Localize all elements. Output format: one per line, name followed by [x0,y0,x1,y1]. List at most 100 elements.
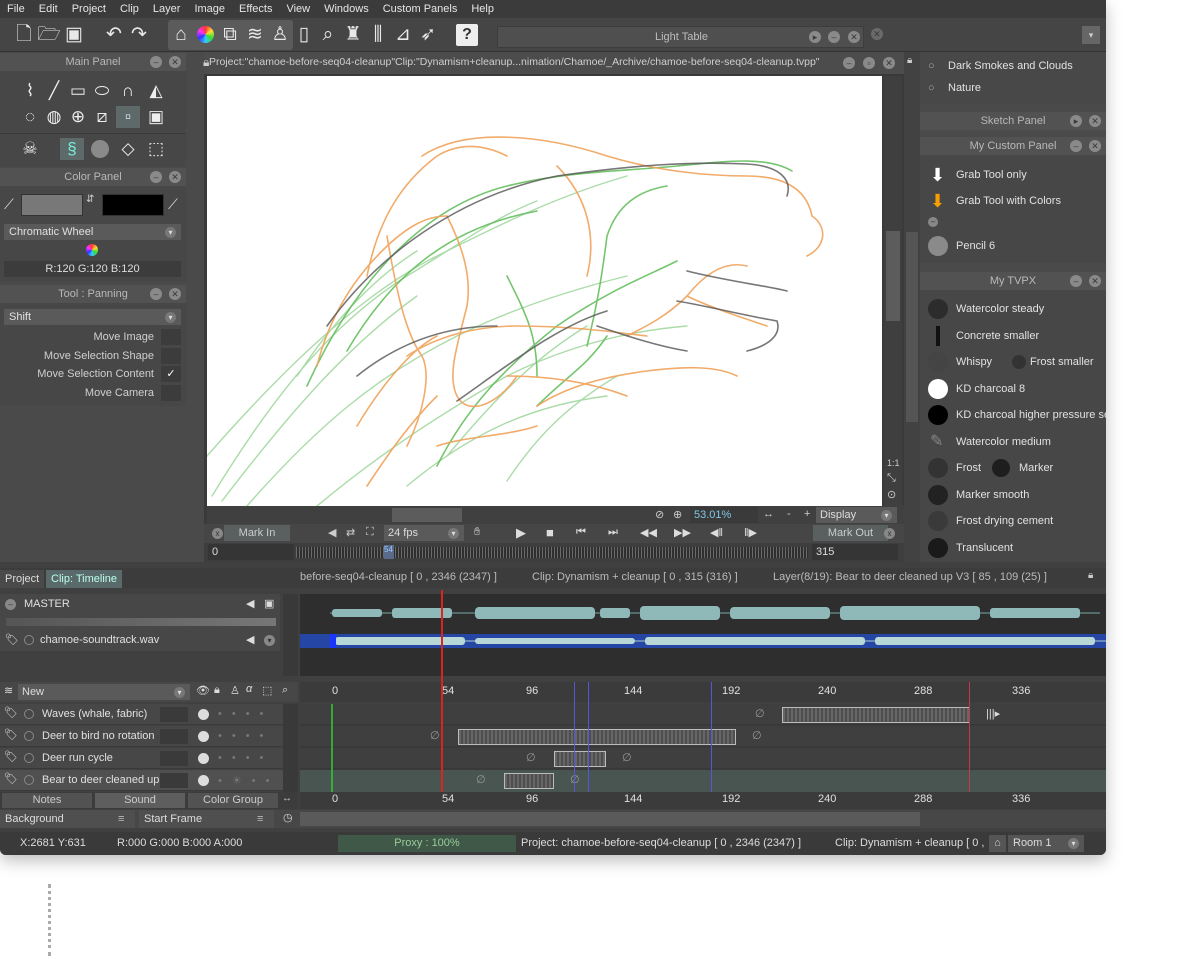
next-frame-icon[interactable]: ‖▶ [744,526,757,539]
freehand-line-icon[interactable]: ⌇ [18,80,42,102]
brush-kd-charcoal-8[interactable]: KD charcoal 8 [920,376,1106,402]
grab-tool-only-button[interactable]: ⬇ Grab Tool only [920,162,1106,188]
magic-hat-icon[interactable]: ♜ [341,22,365,48]
master-collapse-icon[interactable]: – [5,599,16,610]
layer-opacity-field[interactable] [160,707,188,722]
vertical-scroll-thumb[interactable] [886,231,900,321]
frame-scrubber[interactable] [296,547,808,558]
sound-tab[interactable]: Sound [95,793,185,808]
brush-watercolor-medium[interactable]: ✎ Watercolor medium [920,429,1106,455]
tvpx-panel-close-icon[interactable]: ✕ [1089,275,1101,287]
layers-3d-icon[interactable]: ⧉ [218,22,242,48]
menu-layer[interactable]: Layer [146,3,188,15]
light-table-minimize-icon[interactable]: – [828,31,840,43]
clip-instance-waves[interactable] [782,707,970,723]
help-icon[interactable]: ? [456,24,478,46]
lock-icon[interactable]: 🔒︎ [214,684,220,697]
reset-view-icon[interactable]: ⊙ [887,488,896,501]
tab-clip-timeline[interactable]: Clip: Timeline [46,570,123,588]
end-frame-field[interactable]: 315 [812,544,898,560]
clip-instance-bear-to-deer[interactable] [504,773,554,789]
right-lock-icon[interactable]: 🔒︎ [907,55,912,66]
right-splitter[interactable]: 🔒︎ [904,52,920,562]
skull-icon[interactable]: ☠ [18,138,42,160]
warp-icon[interactable]: ⊕ [66,106,90,128]
lasso-select-icon[interactable]: ◌ [18,106,42,128]
camera-icon[interactable]: ▣ [144,106,168,128]
brush-translucent[interactable]: Translucent [920,535,1106,561]
clip-instance-deer-to-bird[interactable] [458,729,736,745]
tvpx-panel-minimize-icon[interactable]: – [1070,275,1082,287]
loop-icon[interactable]: ⇄ [346,526,355,539]
custom-panel-minimize-icon[interactable]: – [1070,140,1082,152]
eraser-icon[interactable]: ◭ [144,80,168,102]
menu-custom-panels[interactable]: Custom Panels [376,3,465,15]
layer-row-deer-run[interactable]: 🏷︎ Deer run cycle •••• [0,748,298,769]
start-frame-select[interactable]: Start Frame ≡ [139,810,274,828]
layer-row-waves[interactable]: 🏷︎ Waves (whale, fabric) •••• [0,704,298,725]
extra-close-icon[interactable]: ✕ [871,28,883,40]
clock-icon[interactable]: ◷ [283,811,293,824]
layers-stack-icon[interactable]: ≋ [243,22,267,48]
layer-visible-icon[interactable] [198,775,209,786]
tool-panel-close-icon[interactable]: ✕ [169,288,181,300]
zoom-reset-icon[interactable]: ↔ [763,508,774,520]
color-wheel-icon[interactable] [193,22,217,48]
navigator-icon[interactable]: ⊘ [655,508,664,521]
brush-label-2[interactable]: Marker [1019,455,1053,481]
resize-icon[interactable]: ⤡ [887,472,896,485]
sound-volume-icon[interactable]: ◀︎ [246,633,254,646]
canvas-close-icon[interactable]: ✕ [883,57,895,69]
layer-visible-icon[interactable] [198,731,209,742]
round-brush-icon[interactable] [88,138,112,160]
rectangle-icon[interactable]: ▭ [66,80,90,102]
frame-ruler-bottom[interactable]: 0 54 96 144 192 240 288 336 [300,792,1106,809]
layer-radio-icon[interactable] [24,775,34,785]
first-frame-icon[interactable]: ⏮ [576,526,586,539]
brush-item-dark-smokes[interactable]: ○ Dark Smokes and Clouds [920,55,1106,77]
brush-mode-icon[interactable]: § [60,138,84,160]
lightbulb-icon[interactable]: ♙ [230,684,240,697]
master-volume-icon[interactable]: ◀︎ [246,597,254,610]
sound-radio-icon[interactable] [24,635,34,645]
paper-plane-icon[interactable]: ➶ [416,22,440,48]
start-frame-field[interactable]: 0 [208,544,294,560]
layer-opacity-field[interactable] [160,729,188,744]
sketch-panel-close-icon[interactable]: ✕ [1089,115,1101,127]
eyedropper-right-icon[interactable]: ⟋ [168,196,178,213]
repeat-end-icon[interactable]: |||▸ [986,707,1000,720]
arc-icon[interactable]: ∩ [116,80,140,102]
light-table-arrow-icon[interactable]: ▸ [809,31,821,43]
open-folder-icon[interactable]: 🗁 [37,22,61,48]
canvas-vertical-scrollbar[interactable]: 1:1 ⤡ ⊙ [884,76,902,506]
frame-ruler-top[interactable]: 0 54 96 144 192 240 288 336 [300,682,1106,702]
menu-effects[interactable]: Effects [232,3,279,15]
paper-icon[interactable]: ◇ [116,138,140,160]
brush-concrete-smaller[interactable]: Concrete smaller [920,323,1106,349]
clip-instance-deer-run[interactable] [554,751,606,767]
eyedropper-left-icon[interactable]: ⟋ [4,196,14,213]
mini-color-wheel-icon[interactable] [86,244,98,256]
sound-options-icon[interactable]: ▾ [264,635,275,646]
magnifier-icon[interactable]: ⌕ [282,684,288,697]
layer-opacity-field[interactable] [160,751,188,766]
menu-edit[interactable]: Edit [32,3,65,15]
option-checkbox[interactable] [161,385,181,401]
mark-out-clear-icon[interactable]: x [884,528,895,539]
canvas-minimize-icon[interactable]: – [843,57,855,69]
stencil-icon[interactable]: ⬚ [262,684,272,697]
fps-select[interactable]: 24 fps ▾ [384,525,464,541]
brush-item-nature[interactable]: ○ Nature [920,77,1106,99]
chart-icon[interactable]: ⊿ [391,22,415,48]
horizontal-scroll-thumb[interactable] [392,508,462,522]
layer-opacity-field[interactable] [160,773,188,788]
menu-help[interactable]: Help [464,3,501,15]
primary-color-swatch[interactable] [21,194,83,216]
option-move-image[interactable]: Move Image [0,328,184,346]
menu-file[interactable]: File [0,3,32,15]
previous-frame-icon[interactable]: ◀‖ [710,526,723,539]
option-checkbox[interactable] [161,329,181,345]
layer-tag-icon[interactable]: 🏷︎ [4,728,18,741]
proxy-indicator[interactable]: Proxy : 100% [338,835,516,852]
library-icon[interactable]: ⫼ [366,22,390,48]
